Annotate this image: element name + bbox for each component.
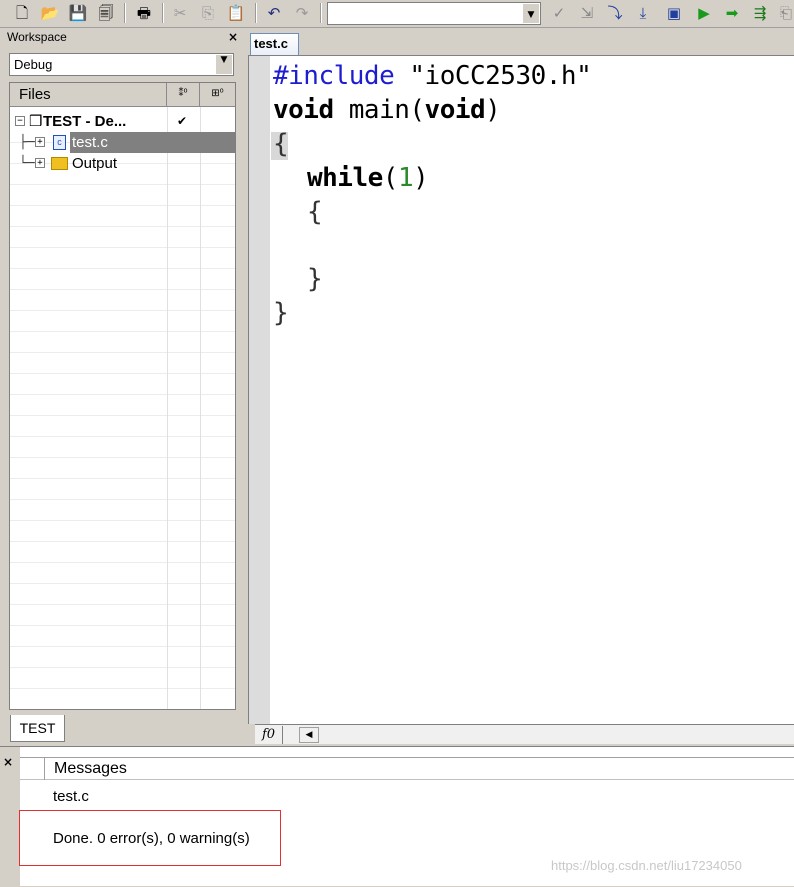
checkmark-icon: ✔: [177, 114, 188, 128]
output-column-icon[interactable]: ⊞⁰: [200, 83, 235, 107]
toolbar-separator: [320, 3, 322, 23]
file-tree-header: Files ⁑⁰ ⊞⁰: [10, 83, 235, 107]
paren-close: ): [485, 95, 501, 125]
chevron-down-icon[interactable]: ▼: [523, 4, 539, 23]
print-icon[interactable]: 🖶: [134, 3, 154, 23]
code-line-6: }: [307, 264, 323, 294]
tree-connector: └─: [19, 156, 35, 171]
tree-item-test-c[interactable]: ├─ + c test.c: [10, 132, 235, 153]
cut-icon[interactable]: ✂: [170, 3, 190, 23]
compile-check-icon[interactable]: ✓: [549, 3, 569, 23]
project-cube-icon: ❒: [29, 112, 43, 130]
keyword-void: void: [273, 95, 334, 125]
files-column-header[interactable]: Files: [10, 83, 167, 107]
expand-icon[interactable]: +: [35, 158, 45, 168]
paste-icon[interactable]: 📋: [226, 3, 246, 23]
step-out-icon[interactable]: ⎗: [776, 3, 794, 23]
code-line-5: {: [307, 197, 323, 227]
stop-build-icon[interactable]: ⤓: [633, 3, 653, 23]
messages-close-icon[interactable]: ×: [3, 755, 13, 769]
sort-column-icon[interactable]: ⁑⁰: [167, 83, 200, 107]
toolbar-separator: [162, 3, 164, 23]
editor-horizontal-scrollbar[interactable]: f0 ◀: [255, 724, 794, 744]
configuration-value: Debug: [14, 57, 53, 72]
save-icon[interactable]: 💾: [68, 3, 88, 23]
tree-connector: ├─: [19, 135, 35, 150]
keyword-void: void: [424, 95, 486, 125]
function-name: main(: [333, 95, 425, 125]
messages-header-icon-column[interactable]: [20, 758, 45, 780]
toolbar-separator: [124, 3, 126, 23]
go-icon[interactable]: ➡: [722, 3, 742, 23]
find-combo[interactable]: ▼: [327, 2, 541, 25]
code-line-4: while(1): [307, 162, 429, 194]
project-label: TEST - De...: [43, 113, 127, 130]
message-line[interactable]: Done. 0 error(s), 0 warning(s): [53, 830, 250, 847]
editor-margin: [249, 56, 270, 724]
code-line-3: {: [273, 129, 289, 159]
undo-icon[interactable]: ↶: [264, 3, 284, 23]
file-label: test.c: [72, 134, 108, 151]
c-file-icon: c: [53, 135, 66, 150]
new-file-icon[interactable]: 🗋: [12, 3, 32, 23]
open-folder-icon[interactable]: 📂: [40, 3, 60, 23]
folder-icon: [51, 157, 68, 170]
workspace-tab-test[interactable]: TEST: [10, 715, 65, 742]
redo-icon[interactable]: ↷: [292, 3, 312, 23]
folder-label: Output: [72, 155, 118, 172]
messages-column-header[interactable]: Messages: [54, 758, 127, 780]
step-over-icon[interactable]: ▣: [664, 3, 684, 23]
make-icon[interactable]: ⇲: [577, 3, 597, 23]
chevron-down-icon[interactable]: ▼: [215, 55, 232, 74]
step-into-icon[interactable]: ⇶: [750, 3, 770, 23]
scroll-left-icon[interactable]: ◀: [299, 727, 319, 743]
keyword-while: while: [307, 163, 383, 193]
preprocessor-directive: #include: [273, 61, 395, 91]
paren-close: ): [413, 163, 429, 193]
watermark: https://blog.csdn.net/liu17234050: [551, 858, 742, 873]
workspace-file-tree: Files ⁑⁰ ⊞⁰ − ❒ TEST - De... ✔ ├─ + c te…: [9, 82, 236, 710]
configuration-select[interactable]: Debug ▼: [9, 53, 234, 76]
workspace-title: Workspace: [0, 28, 244, 46]
debug-icon[interactable]: ⤵: [605, 3, 625, 23]
tree-item-project[interactable]: − ❒ TEST - De... ✔: [10, 111, 235, 132]
column-divider: [200, 107, 201, 709]
run-icon[interactable]: ▶: [694, 3, 714, 23]
code-editor[interactable]: #include "ioCC2530.h" void main(void) { …: [248, 55, 794, 724]
include-header: "ioCC2530.h": [394, 61, 592, 91]
code-line-2: void main(void): [273, 94, 501, 126]
tab-test-c[interactable]: test.c: [250, 33, 299, 56]
editor-tab-bar: [247, 28, 794, 54]
number-literal: 1: [397, 163, 414, 193]
tree-item-output[interactable]: └─ + Output: [10, 153, 235, 174]
column-divider: [167, 107, 168, 709]
paren-open: (: [382, 163, 399, 193]
messages-header: Messages: [20, 757, 794, 780]
copy-icon[interactable]: ⎘: [198, 3, 218, 23]
main-toolbar: 🗋 📂 💾 🗐 🖶 ✂ ⎘ 📋 ↶ ↷ ▼ ✓ ⇲ ⤵ ⤓ ▣ ▶ ➡ ⇶ ⎗: [0, 0, 794, 28]
messages-gripper: ×: [0, 747, 20, 887]
code-line-1: #include "ioCC2530.h": [273, 60, 592, 92]
expand-icon[interactable]: +: [35, 137, 45, 147]
toolbar-separator: [255, 3, 257, 23]
function-list-icon[interactable]: f0: [258, 726, 283, 744]
save-all-icon[interactable]: 🗐: [96, 3, 116, 23]
code-line-7: }: [273, 298, 289, 328]
message-line[interactable]: test.c: [53, 788, 89, 805]
workspace-close-icon[interactable]: ×: [226, 28, 240, 46]
collapse-icon[interactable]: −: [15, 116, 25, 126]
